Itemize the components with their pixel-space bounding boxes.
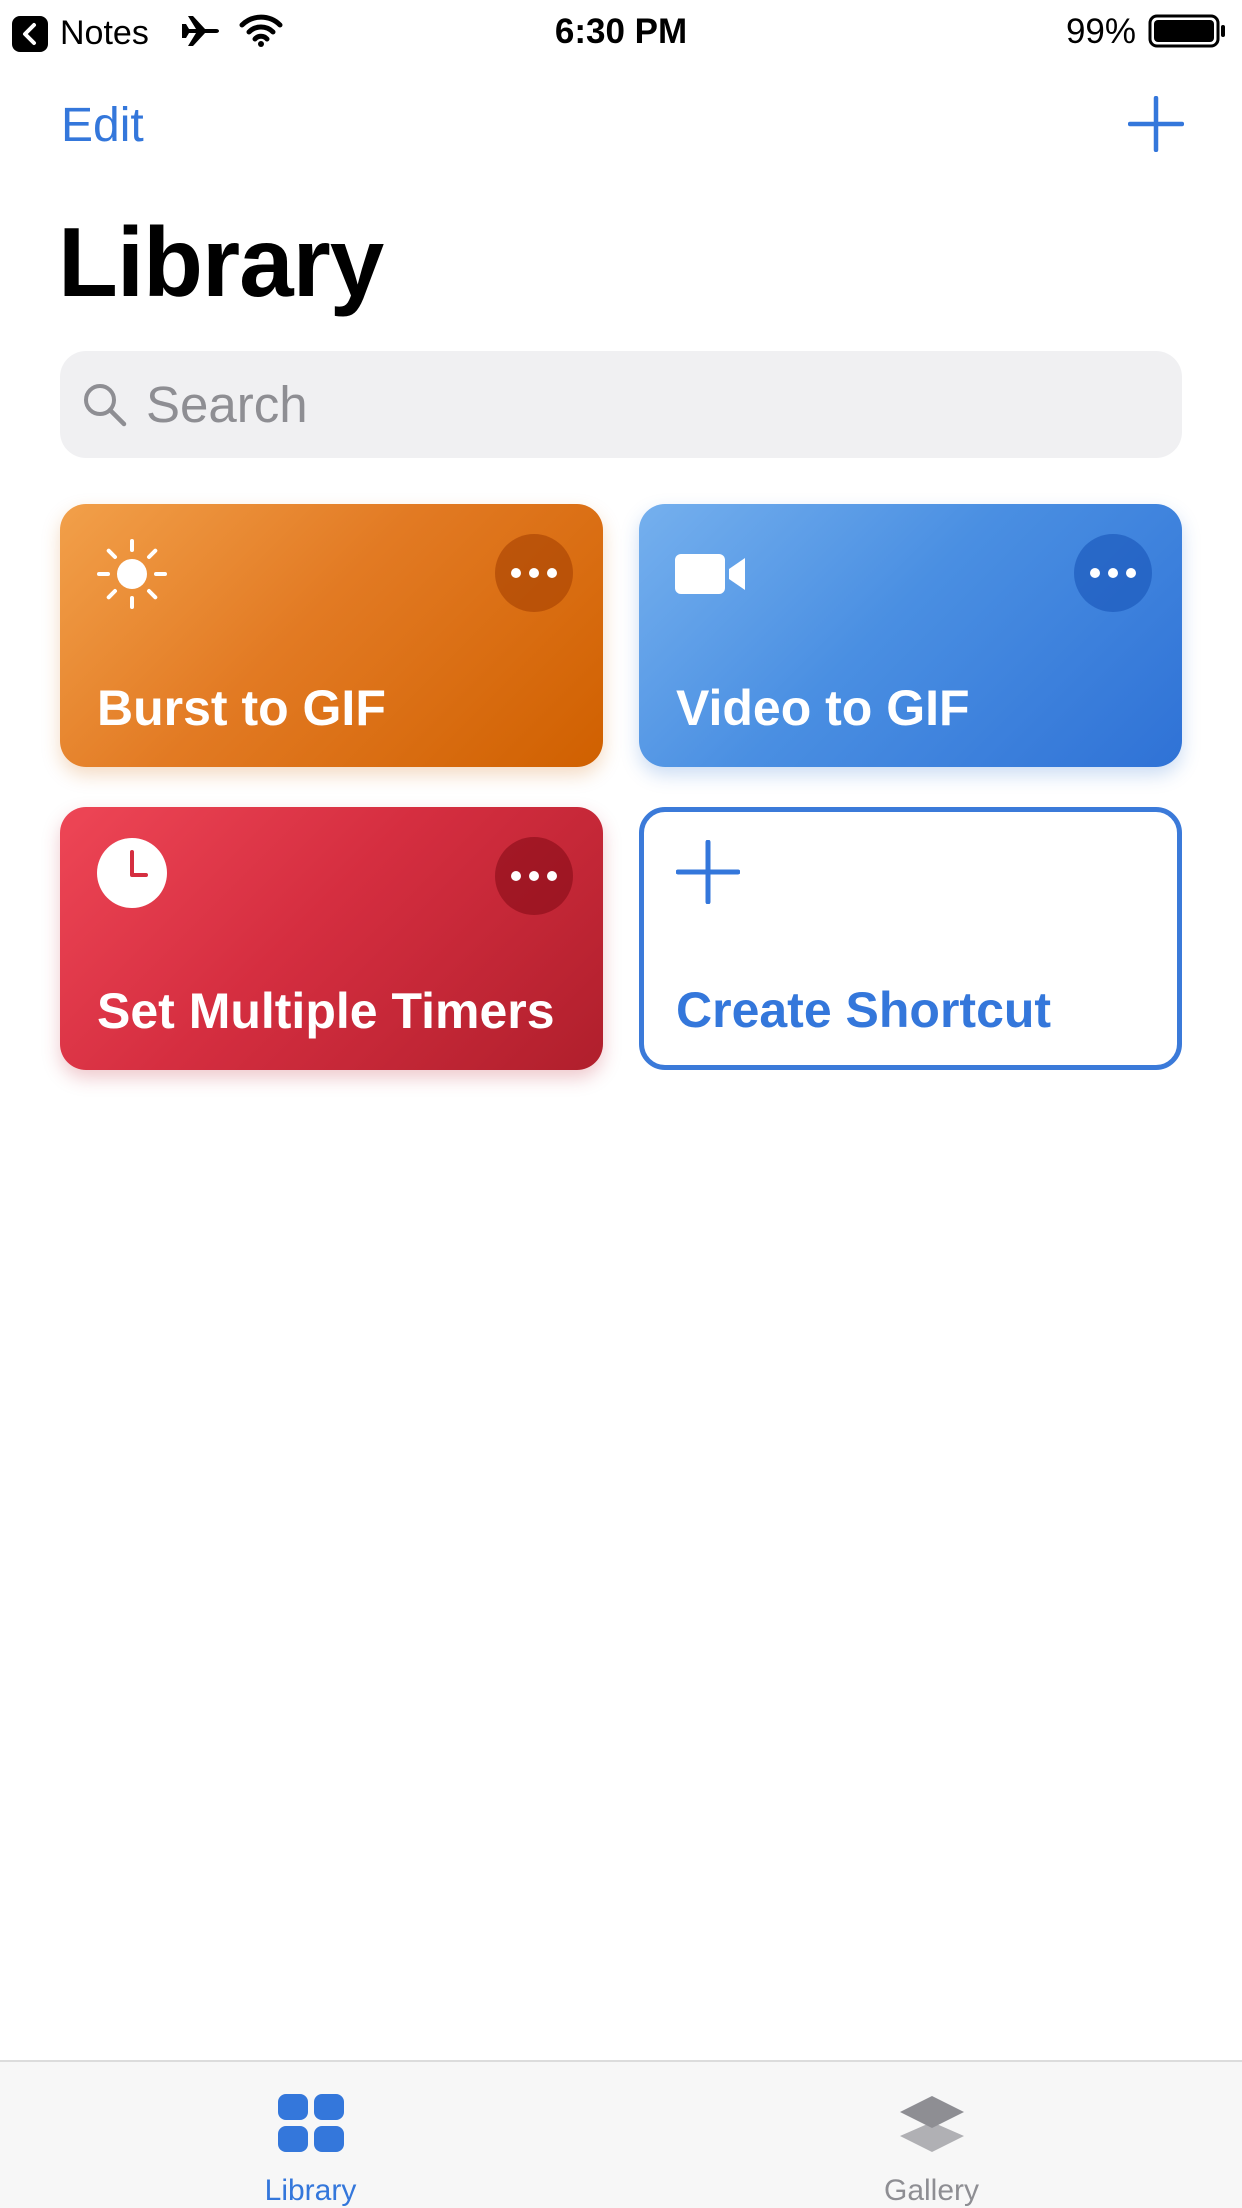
shortcut-label: Set Multiple Timers bbox=[97, 983, 555, 1039]
tab-library[interactable]: Library bbox=[0, 2062, 621, 2208]
shortcut-label: Video to GIF bbox=[676, 680, 970, 736]
search-icon bbox=[84, 383, 127, 426]
search-input[interactable] bbox=[146, 375, 1146, 434]
status-time: 6:30 PM bbox=[554, 12, 688, 51]
more-options-button[interactable] bbox=[1074, 534, 1152, 612]
page-title: Library bbox=[58, 207, 384, 317]
tab-bar: Library Gallery bbox=[0, 2060, 1242, 2208]
create-shortcut-card[interactable]: Create Shortcut bbox=[639, 807, 1182, 1070]
plus-icon bbox=[676, 840, 740, 904]
layers-icon bbox=[899, 2096, 964, 2152]
more-options-button[interactable] bbox=[495, 534, 573, 612]
search-bar[interactable] bbox=[60, 351, 1182, 458]
tab-gallery[interactable]: Gallery bbox=[621, 2062, 1242, 2208]
add-shortcut-button[interactable] bbox=[1128, 96, 1184, 152]
status-bar: Notes 6:30 PM 99% bbox=[0, 0, 1242, 62]
shortcut-card-burst-to-gif[interactable]: Burst to GIF bbox=[60, 504, 603, 767]
more-options-button[interactable] bbox=[495, 837, 573, 915]
shortcut-card-video-to-gif[interactable]: Video to GIF bbox=[639, 504, 1182, 767]
clock-icon bbox=[97, 838, 167, 908]
tab-label: Gallery bbox=[883, 2174, 980, 2207]
shortcut-card-set-multiple-timers[interactable]: Set Multiple Timers bbox=[60, 807, 603, 1070]
tab-label: Library bbox=[264, 2174, 357, 2207]
edit-button[interactable]: Edit bbox=[61, 98, 144, 153]
grid-icon bbox=[277, 2094, 344, 2152]
battery-percent: 99% bbox=[1065, 12, 1136, 51]
create-shortcut-label: Create Shortcut bbox=[676, 982, 1052, 1038]
video-camera-icon bbox=[675, 554, 745, 594]
shortcut-label: Burst to GIF bbox=[97, 680, 386, 736]
battery-icon bbox=[1148, 14, 1225, 48]
sun-icon bbox=[97, 539, 167, 609]
